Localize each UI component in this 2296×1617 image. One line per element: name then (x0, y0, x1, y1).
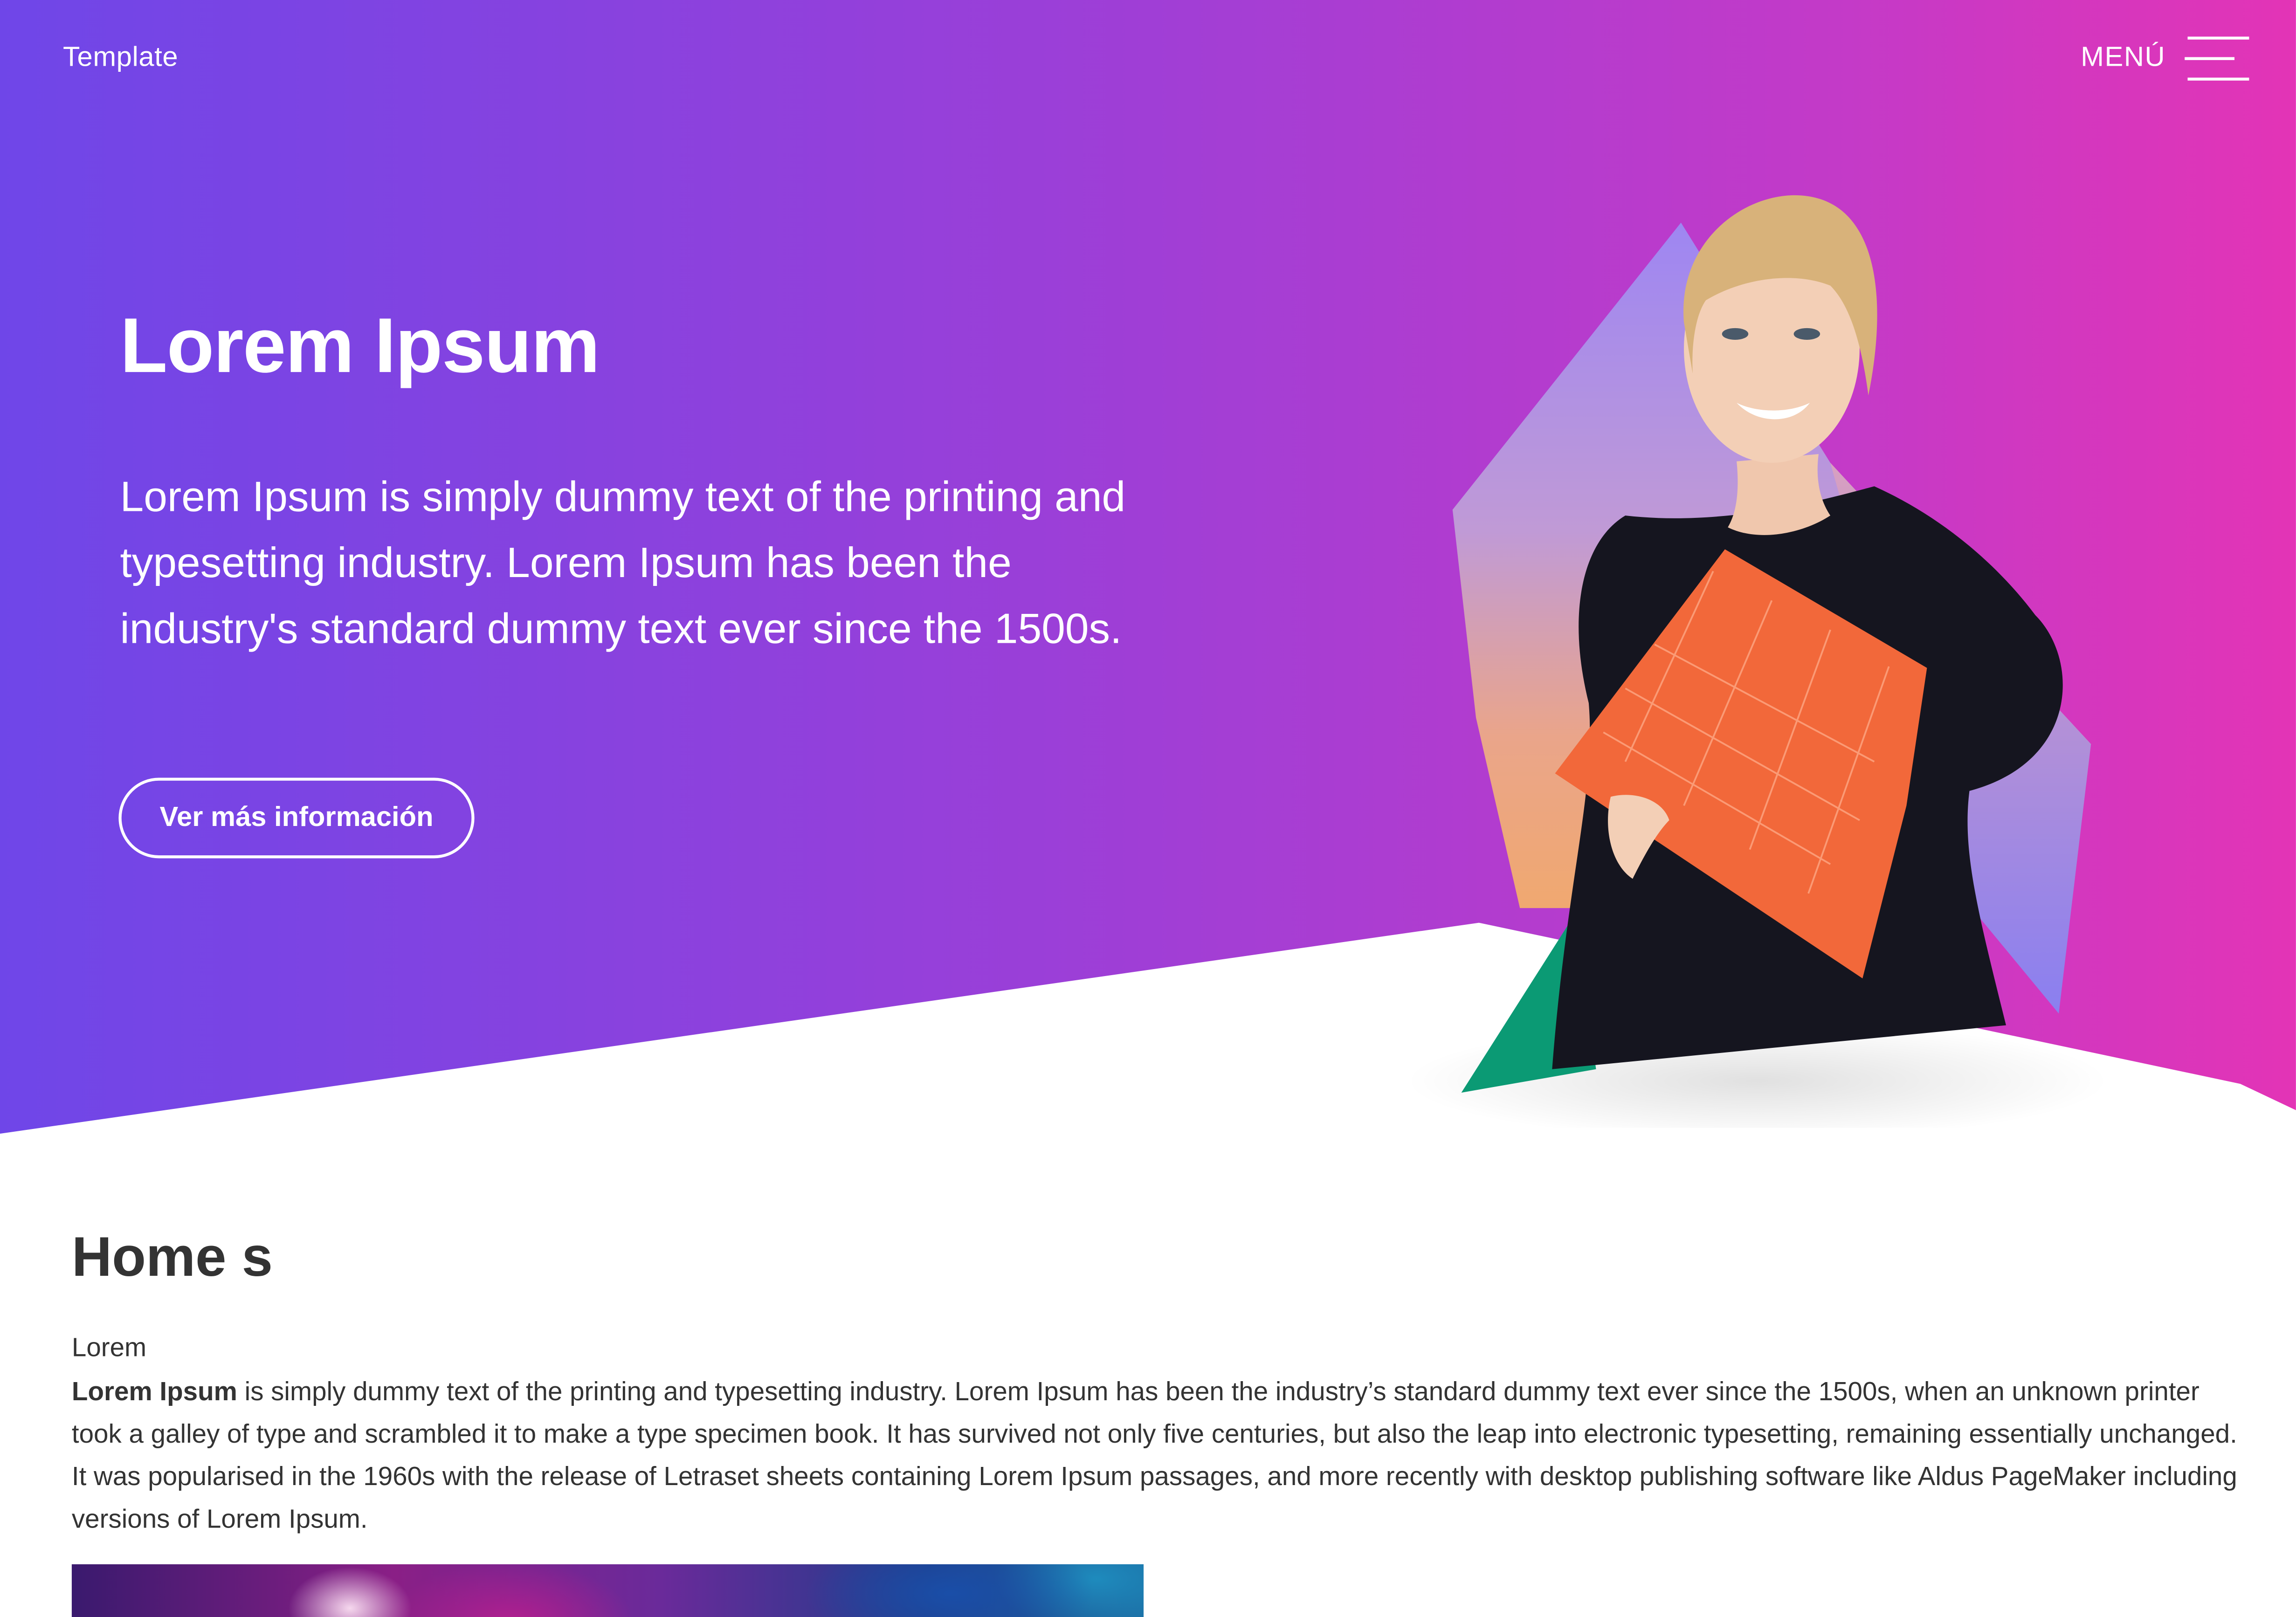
menu-label[interactable]: MENÚ (2081, 42, 2165, 75)
hero-illustration (1406, 195, 2109, 1128)
hamburger-line (2185, 57, 2235, 60)
section-subtitle: Lorem (71, 1333, 147, 1362)
page: Template MENÚ Lorem Ipsum Lorem Ipsum is… (0, 0, 2296, 1617)
hamburger-icon[interactable] (2185, 35, 2249, 82)
hamburger-line (2187, 36, 2249, 40)
section-body-text: is simply dummy text of the printing and… (71, 1376, 2237, 1534)
hero-description: Lorem Ipsum is simply dummy text of the … (120, 475, 1126, 654)
hero-title: Lorem Ipsum (120, 303, 600, 390)
brand-link[interactable]: Template (63, 42, 178, 75)
more-info-button[interactable]: Ver más información (118, 778, 475, 859)
abstract-paint-image (71, 1564, 1144, 1617)
section-body-bold: Lorem Ipsum (71, 1376, 237, 1406)
section-body: Lorem Ipsum is simply dummy text of the … (72, 1371, 2239, 1541)
hamburger-line (2187, 77, 2249, 81)
section-title: Home s (71, 1227, 273, 1289)
